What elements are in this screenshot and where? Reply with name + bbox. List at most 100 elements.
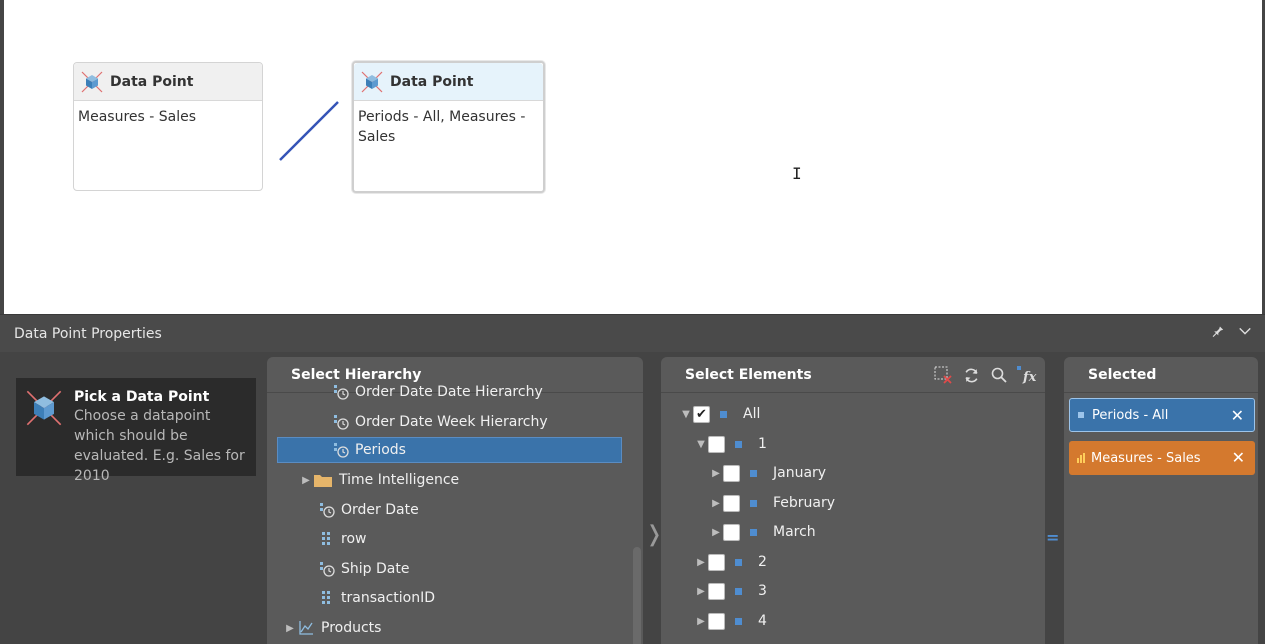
selected-chip-measures[interactable]: Measures - Sales ✕ (1069, 441, 1255, 475)
tree-item[interactable]: Order Date Date Hierarchy (333, 381, 543, 403)
selected-pane: Selected Periods - All ✕ Measures - Sale… (1064, 357, 1258, 644)
measure-bars-icon (1077, 453, 1085, 463)
element-row[interactable]: ▼ 1 (694, 431, 767, 457)
element-label: 1 (758, 436, 767, 452)
tree-item-label: Ship Date (341, 561, 410, 577)
element-checkbox[interactable] (708, 612, 725, 630)
expand-arrow-icon[interactable]: ▶ (709, 498, 723, 509)
pane-title-label: Select Elements (685, 366, 812, 383)
query-canvas[interactable]: Data Point Measures - Sales Data Point P… (0, 0, 1265, 314)
element-square-icon (735, 558, 742, 566)
collapse-arrow-icon[interactable]: ▼ (679, 409, 693, 420)
tree-item-label: row (341, 531, 367, 547)
pin-icon[interactable] (1209, 324, 1225, 342)
element-checkbox[interactable] (708, 435, 725, 453)
tree-item[interactable]: Order Date (319, 497, 419, 523)
tree-item[interactable]: transactionID (319, 585, 435, 611)
chip-label: Periods - All (1092, 407, 1169, 423)
refresh-icon[interactable] (961, 365, 981, 385)
element-checkbox[interactable] (723, 494, 740, 512)
select-hierarchy-pane: Select Hierarchy Order Date Date Hierarc… (267, 357, 643, 644)
element-square-icon (735, 440, 742, 448)
pane-title: Selected (1064, 357, 1258, 393)
tree-item[interactable]: Order Date Week Hierarchy (333, 409, 548, 435)
tree-item-products[interactable]: ▶ Products (283, 615, 381, 641)
expand-arrow-icon[interactable]: ▶ (283, 623, 297, 634)
hierarchy-clock-icon (320, 503, 335, 518)
pane-title: Select Elements fx (661, 357, 1045, 393)
selected-chip-periods[interactable]: Periods - All ✕ (1069, 398, 1255, 432)
tree-item[interactable]: Ship Date (319, 556, 409, 582)
svg-text:fx: fx (1022, 370, 1037, 384)
search-icon[interactable] (989, 365, 1009, 385)
dimension-icon (299, 621, 313, 635)
clear-selection-icon[interactable] (933, 365, 953, 385)
element-checkbox[interactable] (723, 464, 740, 482)
data-point-card-1[interactable]: Data Point Measures - Sales (73, 62, 263, 191)
hierarchy-clock-icon (334, 385, 349, 400)
element-checkbox[interactable] (708, 582, 725, 600)
card-title: Data Point (110, 73, 194, 90)
card-header: Data Point (354, 63, 543, 101)
element-row[interactable]: ▶ 2 (694, 549, 767, 575)
tree-item[interactable]: row (319, 526, 366, 552)
expand-arrow-icon[interactable]: ▶ (694, 557, 708, 568)
folder-icon (314, 475, 332, 487)
chevron-down-icon[interactable] (1237, 324, 1253, 342)
hint-title: Pick a Data Point (74, 389, 210, 405)
tree-item-label: Periods (355, 442, 406, 458)
attribute-icon (322, 591, 330, 604)
properties-body: Pick a Data Point Choose a datapoint whi… (4, 352, 1262, 644)
expand-arrow-icon[interactable]: ▶ (694, 616, 708, 627)
hint-text: Choose a datapoint which should be evalu… (74, 408, 245, 484)
close-icon[interactable]: ✕ (1232, 448, 1245, 467)
tree-item-label: Order Date Week Hierarchy (355, 414, 548, 430)
tree-item-periods[interactable]: Periods (277, 437, 622, 463)
element-label: 4 (758, 613, 767, 629)
tree-item-label: Order Date Date Hierarchy (355, 384, 543, 400)
formula-icon[interactable]: fx (1017, 365, 1037, 385)
properties-header: Data Point Properties (0, 314, 1265, 352)
equals-icon: = (1046, 528, 1060, 547)
element-checkbox[interactable] (708, 553, 725, 571)
card-body: Periods - All, Measures - Sales (358, 109, 526, 145)
element-square-icon (1078, 412, 1084, 418)
card-body: Measures - Sales (78, 109, 197, 125)
element-label: March (773, 524, 816, 540)
hierarchy-clock-icon (320, 562, 335, 577)
element-row[interactable]: ▶ 4 (694, 608, 767, 634)
element-row[interactable]: ▶ 3 (694, 578, 767, 604)
element-checkbox[interactable] (723, 523, 740, 541)
properties-title: Data Point Properties (14, 325, 162, 342)
text-cursor-icon: I (792, 164, 802, 183)
card-header: Data Point (74, 63, 262, 101)
element-row[interactable]: ▶ January (709, 460, 826, 486)
expand-arrow-icon[interactable]: ▶ (709, 468, 723, 479)
card-title: Data Point (390, 73, 474, 90)
expand-arrow-icon[interactable]: ▶ (299, 475, 313, 486)
tree-item-time-intelligence[interactable]: ▶ Time Intelligence (299, 467, 459, 493)
expand-arrow-icon[interactable]: ▶ (709, 527, 723, 538)
element-square-icon (720, 410, 727, 418)
cube-icon (26, 390, 62, 426)
element-square-icon (735, 617, 742, 625)
element-checkbox[interactable] (693, 405, 710, 423)
element-label: February (773, 495, 836, 511)
element-square-icon (750, 469, 757, 477)
expand-arrow-icon[interactable]: ▶ (694, 586, 708, 597)
hierarchy-scrollbar[interactable] (633, 547, 641, 644)
element-square-icon (750, 499, 757, 507)
element-row-all[interactable]: ▼ All (679, 401, 760, 427)
tree-item-label: Time Intelligence (339, 472, 460, 488)
element-label: 3 (758, 583, 767, 599)
element-row[interactable]: ▶ February (709, 490, 835, 516)
hint-box: Pick a Data Point Choose a datapoint whi… (16, 378, 256, 484)
close-icon[interactable]: ✕ (1231, 406, 1244, 425)
hierarchy-clock-icon (334, 443, 349, 458)
tree-item-label: Order Date (341, 502, 419, 518)
tree-item-label: Products (321, 620, 382, 636)
element-square-icon (735, 587, 742, 595)
collapse-arrow-icon[interactable]: ▼ (694, 439, 708, 450)
element-row[interactable]: ▶ March (709, 519, 816, 545)
data-point-card-2[interactable]: Data Point Periods - All, Measures - Sal… (352, 61, 545, 193)
